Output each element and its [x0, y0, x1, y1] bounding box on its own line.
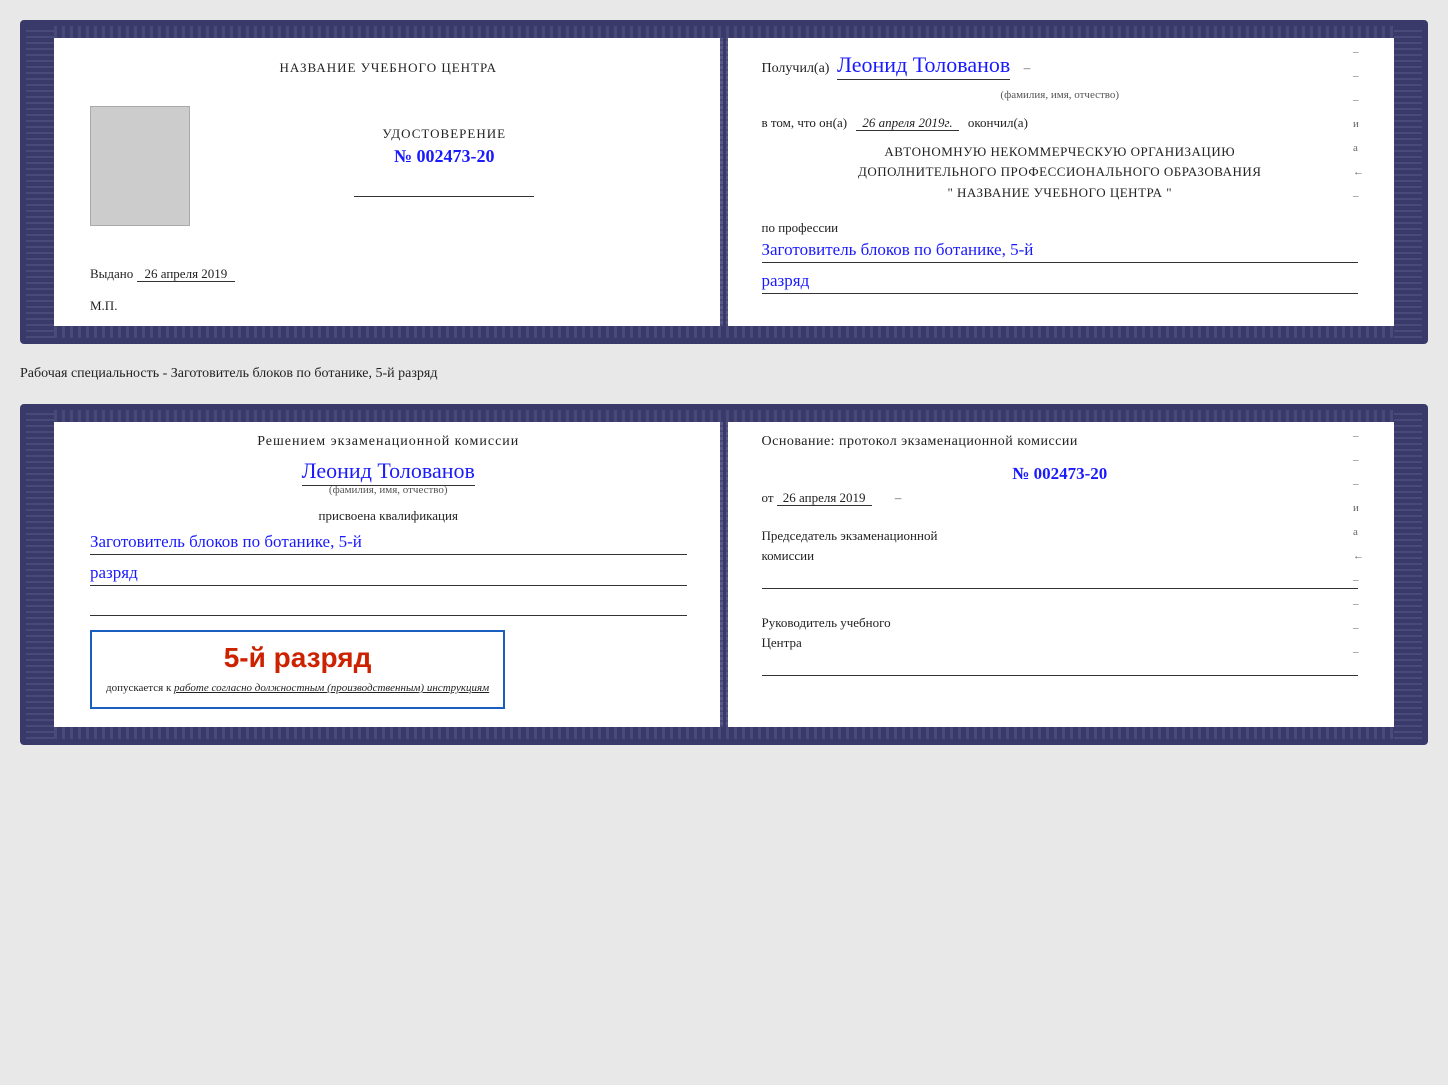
recipient-name: Леонид Толованов — [837, 52, 1010, 80]
left-center-block: УДОСТОВЕРЕНИЕ № 002473-20 — [90, 106, 687, 226]
basis-text: Основание: протокол экзаменационной коми… — [762, 434, 1359, 450]
card1-right: – – – и а ← – Получил(а) Леонид Толовано… — [726, 26, 1395, 338]
received-prefix: Получил(а) — [762, 61, 830, 76]
profession-label: по профессии — [762, 220, 1359, 236]
head-sig-line — [762, 656, 1359, 676]
institution-line2: ДОПОЛНИТЕЛЬНОГО ПРОФЕССИОНАЛЬНОГО ОБРАЗО… — [762, 162, 1359, 183]
name-block-2: Леонид Толованов (фамилия, имя, отчество… — [90, 458, 687, 496]
issued-line: Выдано 26 апреля 2019 — [90, 266, 687, 282]
margin-mark-7: – — [1353, 190, 1364, 202]
institution-block: АВТОНОМНУЮ НЕКОММЕРЧЕСКУЮ ОРГАНИЗАЦИЮ ДО… — [762, 142, 1359, 204]
stamp-small: допускается к работе согласно должностны… — [106, 680, 489, 697]
qualification-line1: Заготовитель блоков по ботанике, 5-й — [90, 532, 687, 555]
protocol-number: № 002473-20 — [762, 464, 1359, 484]
certificate-card-1: НАЗВАНИЕ УЧЕБНОГО ЦЕНТРА УДОСТОВЕРЕНИЕ №… — [20, 20, 1428, 344]
profession-value: Заготовитель блоков по ботанике, 5-й — [762, 240, 1359, 263]
rank-value: разряд — [762, 271, 1359, 294]
margin-mark-r8: – — [1353, 598, 1364, 610]
card1-left: НАЗВАНИЕ УЧЕБНОГО ЦЕНТРА УДОСТОВЕРЕНИЕ №… — [54, 26, 726, 338]
awarded-text: присвоена квалификация — [90, 508, 687, 524]
stamp-box: 5-й разряд допускается к работе согласно… — [90, 630, 505, 709]
margin-mark-r10: – — [1353, 646, 1364, 658]
institution-line3: " НАЗВАНИЕ УЧЕБНОГО ЦЕНТРА " — [762, 183, 1359, 204]
issued-date: 26 апреля 2019 — [137, 266, 236, 282]
margin-mark-4: и — [1353, 118, 1364, 130]
cert-block: УДОСТОВЕРЕНИЕ № 002473-20 — [202, 126, 687, 197]
profession-block: по профессии Заготовитель блоков по бота… — [762, 220, 1359, 294]
stamp-grade: 5-й разряд — [106, 642, 489, 674]
certificate-card-2: Решением экзаменационной комиссии Леонид… — [20, 404, 1428, 745]
cert-number: № 002473-20 — [394, 146, 495, 167]
body-in-that: в том, что он(а) 26 апреля 2019г. окончи… — [762, 113, 1359, 134]
margin-mark-r5: а — [1353, 526, 1364, 538]
school-name-left: НАЗВАНИЕ УЧЕБНОГО ЦЕНТРА — [90, 60, 687, 76]
page-wrapper: НАЗВАНИЕ УЧЕБНОГО ЦЕНТРА УДОСТОВЕРЕНИЕ №… — [20, 20, 1428, 745]
stamp-italic: работе согласно должностным (производств… — [174, 682, 489, 694]
date-value-2: 26 апреля 2019 — [777, 490, 872, 506]
chair-sig-block: Председатель экзаменационной комиссии — [762, 526, 1359, 589]
right-margin-marks: – – – и а ← – — [1353, 46, 1364, 202]
name-sublabel: (фамилия, имя, отчество) — [762, 89, 1359, 101]
between-text: Рабочая специальность - Заготовитель бло… — [20, 362, 1428, 386]
date-value: 26 апреля 2019г. — [856, 115, 958, 131]
margin-mark-1: – — [1353, 46, 1364, 58]
card2-right: – – – и а ← – – – – Основание: протокол … — [726, 410, 1395, 739]
name-sublabel-2: (фамилия, имя, отчество) — [90, 484, 687, 496]
finished-suffix: окончил(а) — [968, 115, 1028, 130]
right-margin-marks-2: – – – и а ← – – – – — [1353, 430, 1364, 658]
name-value-2: Леонид Толованов — [302, 458, 475, 486]
margin-mark-5: а — [1353, 142, 1364, 154]
margin-mark-3: – — [1353, 94, 1364, 106]
chair-label: Председатель экзаменационной комиссии — [762, 526, 1359, 565]
stamp-prefix: допускается к — [106, 682, 171, 694]
in-that-prefix: в том, что он(а) — [762, 115, 848, 130]
issued-label: Выдано — [90, 266, 133, 281]
institution-line1: АВТОНОМНУЮ НЕКОММЕРЧЕСКУЮ ОРГАНИЗАЦИЮ — [762, 142, 1359, 163]
margin-mark-r6: ← — [1353, 550, 1364, 562]
photo-placeholder — [90, 106, 190, 226]
date-line: от 26 апреля 2019 – — [762, 490, 1359, 506]
margin-mark-r1: – — [1353, 430, 1364, 442]
margin-mark-2: – — [1353, 70, 1364, 82]
margin-mark-6: ← — [1353, 166, 1364, 178]
margin-mark-r3: – — [1353, 478, 1364, 490]
margin-mark-r9: – — [1353, 622, 1364, 634]
decision-text: Решением экзаменационной комиссии — [90, 434, 687, 450]
chair-sig-line — [762, 569, 1359, 589]
margin-mark-r7: – — [1353, 574, 1364, 586]
received-line: Получил(а) Леонид Толованов – — [762, 50, 1359, 81]
mp-label: М.П. — [90, 298, 687, 314]
margin-mark-r4: и — [1353, 502, 1364, 514]
head-label: Руководитель учебного Центра — [762, 613, 1359, 652]
card2-left: Решением экзаменационной комиссии Леонид… — [54, 410, 726, 739]
cert-label: УДОСТОВЕРЕНИЕ — [382, 126, 506, 142]
margin-mark-r2: – — [1353, 454, 1364, 466]
head-sig-block: Руководитель учебного Центра — [762, 613, 1359, 676]
date-prefix: от — [762, 490, 774, 505]
rank-value-2: разряд — [90, 563, 687, 586]
